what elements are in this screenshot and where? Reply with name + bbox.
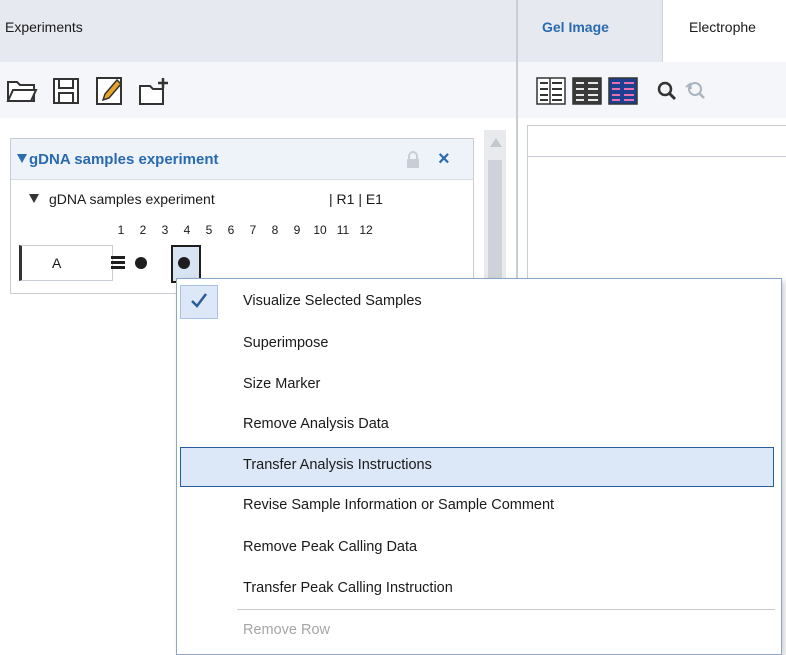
menu-item-transfer-analysis-instructions[interactable]: Transfer Analysis Instructions: [180, 447, 774, 487]
plot-divider-line: [528, 156, 786, 157]
menu-item-remove-peak-calling-data[interactable]: Remove Peak Calling Data: [177, 529, 781, 567]
experiments-title: Experiments: [5, 19, 83, 35]
dark-grid-icon: [572, 77, 602, 105]
menu-item-label: Revise Sample Information or Sample Comm…: [243, 497, 555, 513]
menu-item-label: Transfer Peak Calling Instruction: [243, 580, 453, 596]
column-number: 2: [139, 223, 147, 237]
lane-grid-icon: [536, 77, 566, 105]
menu-item-label: Remove Row: [243, 622, 331, 638]
open-folder-icon: [6, 81, 38, 102]
zoom-icon: [657, 81, 677, 101]
dark-view-button[interactable]: [570, 74, 604, 108]
sample-row: A: [11, 245, 473, 283]
color-view-button[interactable]: [606, 74, 640, 108]
column-number: 9: [293, 223, 301, 237]
column-number: 3: [161, 223, 169, 237]
menu-item-label: Remove Analysis Data: [243, 416, 389, 432]
column-number: 7: [249, 223, 257, 237]
collapse-triangle-icon[interactable]: [17, 154, 27, 163]
color-grid-icon: [608, 77, 638, 105]
run-tag: | R1 | E1: [329, 191, 383, 207]
save-icon: [53, 78, 79, 104]
menu-separator: [237, 609, 775, 610]
tab-label: Gel Image: [542, 19, 609, 35]
menu-item-label: Transfer Analysis Instructions: [243, 457, 432, 473]
menu-item-revise-sample-information[interactable]: Revise Sample Information or Sample Comm…: [177, 487, 781, 525]
menu-item-label: Size Marker: [243, 376, 321, 392]
zoom-reset-icon: [685, 82, 705, 99]
column-number: 12: [359, 223, 373, 237]
column-number: 5: [205, 223, 213, 237]
view-toolbar: [518, 62, 786, 119]
menu-item-label: Superimpose: [243, 335, 329, 351]
new-experiment-icon: [139, 78, 168, 105]
column-number: 10: [313, 223, 327, 237]
experiments-toolbar: [0, 62, 516, 119]
collapse-triangle-icon[interactable]: [29, 194, 39, 203]
scrollbar-thumb[interactable]: [488, 160, 502, 290]
lane-view-button[interactable]: [534, 74, 568, 108]
menu-item-size-marker[interactable]: Size Marker: [177, 366, 781, 404]
menu-item-visualize-selected-samples[interactable]: Visualize Selected Samples: [177, 283, 781, 321]
lock-icon[interactable]: [405, 151, 421, 169]
menu-item-superimpose[interactable]: Superimpose: [177, 325, 781, 363]
experiments-header: Experiments: [0, 0, 516, 63]
tab-label: Electrophe: [689, 19, 756, 35]
experiment-card-header[interactable]: gDNA samples experiment ×: [11, 139, 473, 180]
sub-experiment-label: gDNA samples experiment: [49, 191, 215, 207]
tab-gel-image[interactable]: Gel Image: [520, 0, 663, 62]
column-number: 11: [336, 223, 350, 237]
column-number: 6: [227, 223, 235, 237]
column-number: 1: [117, 223, 125, 237]
menu-item-transfer-peak-calling-instruction[interactable]: Transfer Peak Calling Instruction: [177, 570, 781, 608]
menu-item-label: Remove Peak Calling Data: [243, 539, 418, 555]
column-numbers: 1 2 3 4 5 6 7 8 9 10 11 12: [11, 223, 473, 241]
zoom-reset-button[interactable]: [678, 74, 712, 108]
context-menu: Visualize Selected Samples Superimpose S…: [176, 278, 782, 655]
sample-well[interactable]: [135, 257, 147, 269]
column-number: 4: [183, 223, 191, 237]
open-folder-button[interactable]: [5, 74, 39, 108]
new-experiment-button[interactable]: [137, 74, 171, 108]
menu-item-remove-analysis-data[interactable]: Remove Analysis Data: [177, 406, 781, 444]
column-number: 8: [271, 223, 279, 237]
edit-icon: [96, 77, 123, 105]
experiment-card: gDNA samples experiment × gDNA samples e…: [10, 138, 474, 294]
menu-item-remove-row: Remove Row: [177, 612, 781, 650]
save-button[interactable]: [49, 74, 83, 108]
menu-item-label: Visualize Selected Samples: [243, 293, 422, 309]
edit-button[interactable]: [93, 74, 127, 108]
scroll-up-icon[interactable]: [490, 138, 502, 147]
ladder-icon[interactable]: [111, 255, 125, 269]
row-label: A: [52, 255, 62, 271]
tab-electropherogram[interactable]: Electrophe: [663, 0, 786, 63]
experiment-title: gDNA samples experiment: [29, 151, 219, 168]
sample-well[interactable]: [178, 257, 190, 269]
close-icon[interactable]: ×: [438, 148, 450, 171]
row-label-box[interactable]: A: [19, 245, 113, 281]
